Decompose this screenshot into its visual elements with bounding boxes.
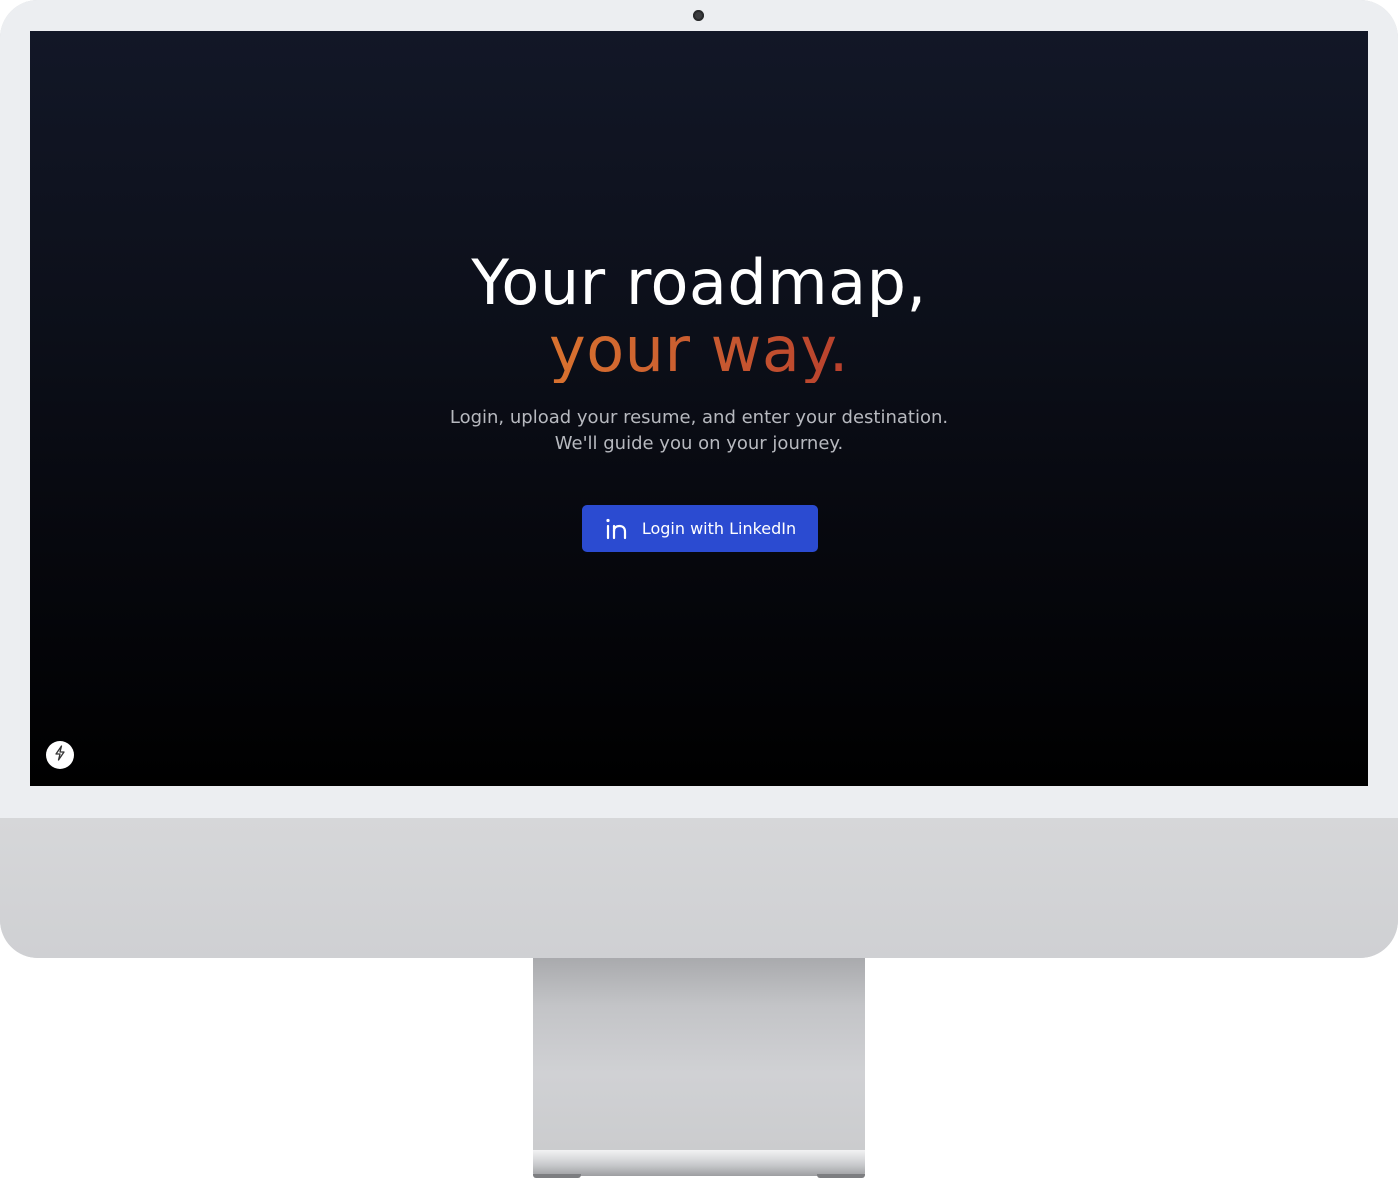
hero-subtitle: Login, upload your resume, and enter you… (30, 405, 1368, 457)
desktop-mockup: Your roadmap, your way. Login, upload yo… (0, 0, 1398, 1178)
monitor-stand (533, 958, 865, 1150)
login-button-label: Login with LinkedIn (641, 519, 797, 538)
monitor-stand-foot-left (533, 1174, 581, 1178)
hero-subtitle-line-2: We'll guide you on your journey. (554, 433, 844, 454)
lightning-bolt-badge[interactable] (46, 741, 74, 769)
app-screen: Your roadmap, your way. Login, upload yo… (30, 31, 1368, 786)
monitor-chin (0, 818, 1398, 958)
monitor-stand-foot-right (817, 1174, 865, 1178)
linkedin-icon (604, 517, 630, 541)
login-with-linkedin-button[interactable]: Login with LinkedIn (582, 505, 818, 552)
camera-icon (693, 10, 704, 21)
hero-subtitle-line-1: Login, upload your resume, and enter you… (449, 407, 949, 428)
lightning-bolt-icon (53, 745, 67, 765)
hero-headline: Your roadmap, (471, 246, 927, 319)
monitor-stand-base (533, 1150, 865, 1176)
monitor-frame: Your roadmap, your way. Login, upload yo… (0, 0, 1398, 958)
hero-section: Your roadmap, your way. Login, upload yo… (30, 249, 1368, 457)
hero-headline-accent: your way. (549, 313, 849, 386)
